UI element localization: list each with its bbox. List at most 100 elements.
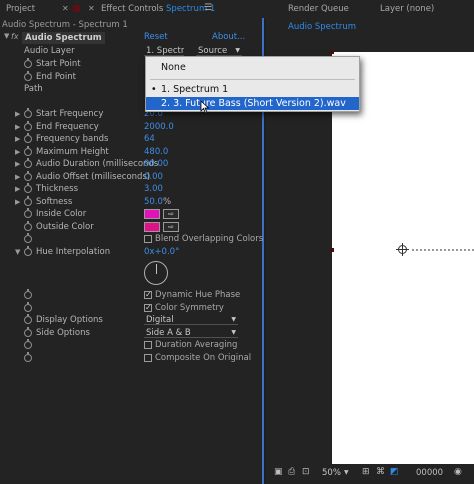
stopwatch-icon[interactable] xyxy=(24,108,32,118)
composition-canvas[interactable] xyxy=(330,50,474,468)
param-audio-offset: ▶ Audio Offset (milliseconds) 0.00 xyxy=(0,170,262,184)
param-value[interactable]: 50.0% xyxy=(144,196,171,208)
menu-item-spectrum-1[interactable]: • 1. Spectrum 1 xyxy=(146,83,359,96)
param-label: Softness xyxy=(36,196,73,207)
about-link[interactable]: About... xyxy=(212,32,245,42)
camera-icon[interactable]: ◉ xyxy=(454,467,462,477)
effect-controls-header: Audio Spectrum - Spectrum 1 xyxy=(2,20,128,30)
twirl-right-icon[interactable]: ▶ xyxy=(15,108,20,120)
tab-layer[interactable]: Layer (none) xyxy=(380,4,434,14)
menu-item-future-bass[interactable]: 2. 3. Future Bass (Short Version 2).wav xyxy=(146,97,359,110)
stopwatch-icon[interactable] xyxy=(24,70,32,81)
eyedropper-icon[interactable]: ⇨ xyxy=(163,209,179,219)
stopwatch-icon[interactable] xyxy=(24,246,32,256)
hue-interpolation-dial[interactable] xyxy=(144,261,168,285)
duration-averaging-checkbox[interactable] xyxy=(144,341,152,349)
snapshot-icon[interactable]: ⎙ xyxy=(288,467,295,477)
stopwatch-icon[interactable] xyxy=(24,289,32,299)
stopwatch-icon[interactable] xyxy=(24,220,32,231)
panel-lock-icon[interactable] xyxy=(73,5,80,12)
crosshair-icon[interactable] xyxy=(396,243,409,256)
param-label: Display Options xyxy=(36,315,103,325)
param-value[interactable]: 90.00 xyxy=(144,158,168,170)
param-label: Maximum Height xyxy=(36,146,109,157)
stopwatch-icon[interactable] xyxy=(24,301,32,312)
menu-item-none[interactable]: None xyxy=(146,61,359,74)
param-hue-interpolation: ▼ Hue Interpolation 0x+0.0° xyxy=(0,246,262,259)
audio-layer-dropdown[interactable]: 1. Spectru xyxy=(144,46,184,56)
layer-handle[interactable] xyxy=(330,50,334,54)
close-icon[interactable]: ✕ xyxy=(62,4,69,13)
stopwatch-icon[interactable] xyxy=(24,145,32,156)
stopwatch-icon[interactable] xyxy=(24,183,32,193)
param-value[interactable]: 0x+0.0° xyxy=(144,246,179,258)
checkbox-label: Dynamic Hue Phase xyxy=(155,290,241,300)
param-value[interactable]: 3.00 xyxy=(144,183,163,195)
tab-project[interactable]: Project xyxy=(6,4,35,14)
stopwatch-icon[interactable] xyxy=(24,133,32,143)
composite-on-original-checkbox[interactable] xyxy=(144,353,152,362)
stopwatch-icon[interactable] xyxy=(24,170,32,181)
param-value[interactable]: 0.00 xyxy=(144,171,163,183)
stopwatch-icon[interactable] xyxy=(24,314,32,324)
dynamic-hue-phase-checkbox[interactable] xyxy=(144,289,152,301)
param-value[interactable]: 64 xyxy=(144,133,155,145)
twirl-right-icon[interactable]: ▶ xyxy=(15,133,20,145)
chevron-down-icon[interactable]: ▼ xyxy=(344,469,349,476)
grid-icon[interactable]: ⊞ xyxy=(362,467,370,477)
inside-color-swatch[interactable] xyxy=(144,209,160,219)
stopwatch-icon[interactable] xyxy=(24,339,32,349)
panel-menu-icon[interactable]: ☰ xyxy=(204,3,212,13)
eyedropper-icon[interactable]: ⇨ xyxy=(163,221,179,232)
twirl-right-icon[interactable]: ▶ xyxy=(15,183,20,195)
effect-name[interactable]: Audio Spectrum xyxy=(22,32,105,44)
menu-item-label: 1. Spectrum 1 xyxy=(161,84,229,95)
param-dynamic-hue-phase: Dynamic Hue Phase xyxy=(0,289,262,302)
mask-icon[interactable]: ⌘ xyxy=(376,467,385,477)
stopwatch-icon[interactable] xyxy=(24,326,32,337)
timecode[interactable]: 00000 xyxy=(416,468,443,478)
dropdown-value: Digital xyxy=(146,315,174,325)
reset-button[interactable]: Reset xyxy=(144,32,168,42)
param-label: Frequency bands xyxy=(36,134,109,144)
effect-row-audio-spectrum[interactable]: ▼ fx Audio Spectrum Reset About... xyxy=(0,32,262,45)
color-symmetry-checkbox[interactable] xyxy=(144,302,152,314)
twirl-right-icon[interactable]: ▶ xyxy=(15,146,20,158)
stopwatch-icon[interactable] xyxy=(24,158,32,168)
param-softness: ▶ Softness 50.0% xyxy=(0,195,262,209)
tab-effect-controls[interactable]: Effect Controls Spectrum 1 xyxy=(101,4,215,14)
twirl-right-icon[interactable]: ▶ xyxy=(15,171,20,183)
toggle-transparency-icon[interactable]: ◩ xyxy=(390,467,399,477)
display-options-dropdown[interactable]: Digital ▼ xyxy=(144,315,238,325)
blend-overlapping-checkbox[interactable] xyxy=(144,235,152,243)
param-label: End Frequency xyxy=(36,121,99,132)
twirl-down-icon[interactable]: ▼ xyxy=(4,32,9,40)
param-value[interactable]: 480.0 xyxy=(144,146,168,158)
audio-source-dropdown[interactable]: Source ▼ xyxy=(196,46,242,56)
stopwatch-icon[interactable] xyxy=(24,208,32,218)
softness-number[interactable]: 50.0 xyxy=(144,197,163,207)
tab-render-queue[interactable]: Render Queue xyxy=(288,4,349,14)
region-of-interest-icon[interactable]: ▣ xyxy=(274,467,283,477)
outside-color-swatch[interactable] xyxy=(144,221,160,232)
stopwatch-icon[interactable] xyxy=(24,195,32,206)
twirl-down-icon[interactable]: ▼ xyxy=(15,246,20,258)
zoom-level[interactable]: 50% xyxy=(322,468,341,478)
twirl-right-icon[interactable]: ▶ xyxy=(15,158,20,170)
close-icon[interactable]: ✕ xyxy=(88,4,95,13)
param-value[interactable]: 2000.0 xyxy=(144,121,174,133)
stopwatch-icon[interactable] xyxy=(24,120,32,131)
channel-icon[interactable]: ⊡ xyxy=(302,467,310,477)
tab-composition[interactable]: Audio Spectrum xyxy=(288,22,356,32)
selected-bullet-icon: • xyxy=(151,84,157,95)
stopwatch-icon[interactable] xyxy=(24,233,32,243)
stopwatch-icon[interactable] xyxy=(24,58,32,68)
chevron-down-icon: ▼ xyxy=(231,328,236,336)
layer-handle[interactable] xyxy=(330,248,334,252)
param-outside-color: Outside Color ⇨ xyxy=(0,220,262,234)
stopwatch-icon[interactable] xyxy=(24,351,32,362)
fx-icon[interactable]: fx xyxy=(11,32,19,41)
side-options-dropdown[interactable]: Side A & B ▼ xyxy=(144,328,238,338)
twirl-right-icon[interactable]: ▶ xyxy=(15,196,20,208)
twirl-right-icon[interactable]: ▶ xyxy=(15,121,20,133)
